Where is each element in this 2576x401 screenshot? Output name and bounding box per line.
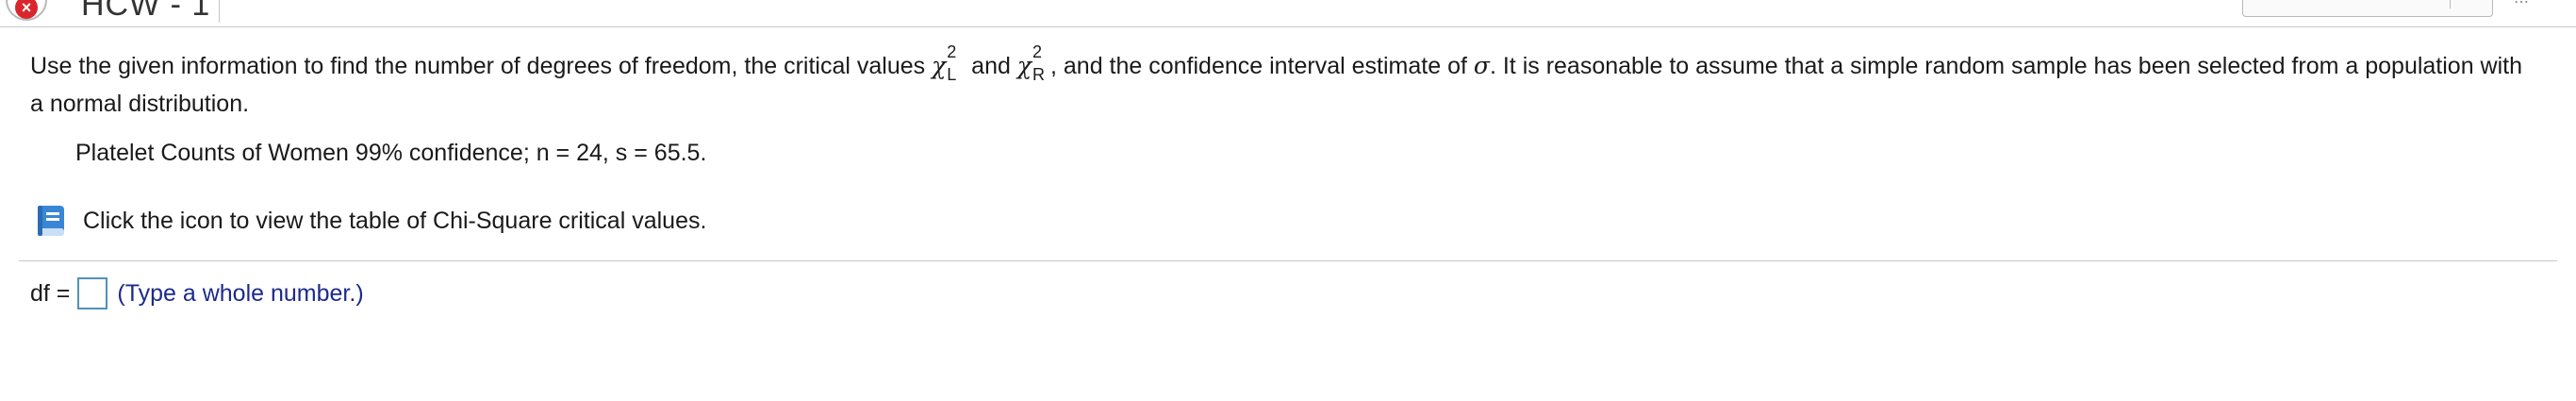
question-part1: Use the given information to find the nu… <box>30 53 933 79</box>
page-title: HCW - 1 <box>81 0 211 23</box>
book-icon[interactable] <box>32 202 70 240</box>
table-link-row: Click the icon to view the table of Chi-… <box>32 200 706 242</box>
question-text: Use the given information to find the nu… <box>30 43 2529 123</box>
chi-right-sup: 2 <box>1032 42 1043 62</box>
chi-left-scripts: 2L <box>946 43 965 85</box>
table-link-text[interactable]: Click the icon to view the table of Chi-… <box>83 208 706 235</box>
chi-left-symbol: χ <box>932 52 947 79</box>
given-data: Platelet Counts of Women 99% confidence;… <box>75 140 707 166</box>
toolbar-dropdown[interactable] <box>2242 0 2493 17</box>
more-options-icon[interactable]: ⋯ <box>2514 0 2529 11</box>
question-and: and <box>965 53 1017 79</box>
header-divider <box>219 0 220 23</box>
top-toolbar: × HCW - 1 ⋯ <box>0 0 2576 27</box>
chi-right-scripts: 2R <box>1032 43 1050 85</box>
chi-left-sup: 2 <box>947 42 957 62</box>
answer-row: df = (Type a whole number.) <box>30 275 364 312</box>
df-input[interactable] <box>77 277 108 309</box>
chi-right-symbol: χ <box>1016 52 1032 79</box>
chi-right-sub: R <box>1032 65 1045 85</box>
close-icon[interactable]: × <box>6 0 47 21</box>
df-label: df = <box>30 279 71 307</box>
question-part2: , and the confidence interval estimate o… <box>1050 53 1474 79</box>
sigma-symbol: σ <box>1473 52 1490 79</box>
section-divider <box>19 260 2557 261</box>
chi-left-sub: L <box>947 65 957 85</box>
answer-hint: (Type a whole number.) <box>117 279 364 307</box>
